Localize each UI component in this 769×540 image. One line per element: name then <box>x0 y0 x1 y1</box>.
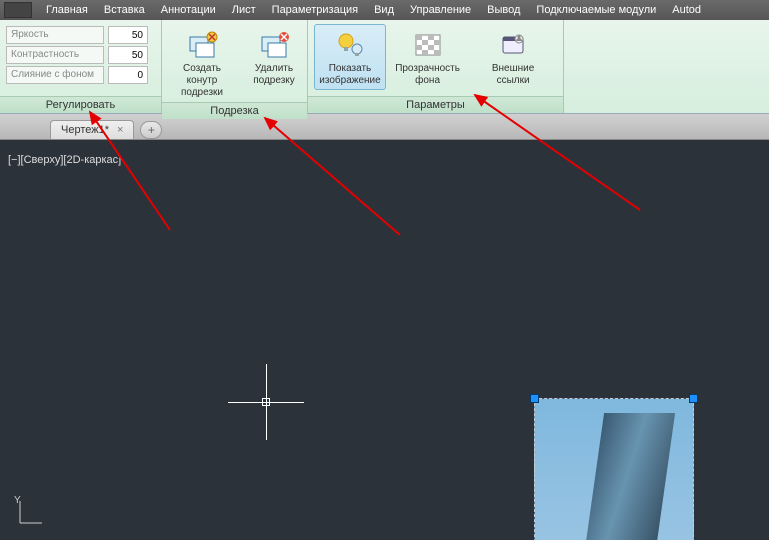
transparency-label1: Прозрачность <box>395 63 460 74</box>
xref-icon <box>497 29 529 61</box>
menu-item[interactable]: Аннотации <box>153 2 224 18</box>
menu-item[interactable]: Главная <box>38 2 96 18</box>
menu-item[interactable]: Управление <box>402 2 479 18</box>
create-clip-icon <box>186 29 218 61</box>
panel-clip: Создать конутрподрезки Удалитьподрезку П… <box>162 20 308 113</box>
lightbulb-icon <box>334 29 366 61</box>
show-image-label2: изображение <box>319 75 380 86</box>
grip-top-left[interactable] <box>530 394 539 403</box>
panel-adjust: Яркость Контрастность Слияние с фоном Ре… <box>0 20 162 113</box>
brightness-input[interactable] <box>108 26 148 44</box>
document-tab[interactable]: Чертеж1* × <box>50 120 134 139</box>
panel-params: Показатьизображение Прозрачностьфона Вне… <box>308 20 564 113</box>
fade-input[interactable] <box>108 66 148 84</box>
transparency-button[interactable]: Прозрачностьфона <box>390 24 465 90</box>
xref-button[interactable]: Внешние ссылки <box>469 24 557 90</box>
view-label[interactable]: [−][Сверху][2D-каркас] <box>8 154 121 166</box>
inserted-image[interactable] <box>530 394 698 540</box>
panel-title-clip: Подрезка <box>162 102 307 119</box>
panel-title-params: Параметры <box>308 96 563 113</box>
brightness-label: Яркость <box>6 26 104 44</box>
contrast-row: Контрастность <box>6 46 155 64</box>
show-image-label1: Показать <box>329 63 372 74</box>
ribbon: Яркость Контрастность Слияние с фоном Ре… <box>0 20 769 114</box>
remove-clip-label2: подрезку <box>253 75 295 86</box>
document-tab-name: Чертеж1* <box>61 124 109 136</box>
menu-item[interactable]: Вставка <box>96 2 153 18</box>
menu-item[interactable]: Вид <box>366 2 402 18</box>
app-icon[interactable] <box>4 2 32 18</box>
remove-clip-button[interactable]: Удалитьподрезку <box>240 24 308 90</box>
brightness-row: Яркость <box>6 26 155 44</box>
contrast-input[interactable] <box>108 46 148 64</box>
menu-item[interactable]: Лист <box>224 2 264 18</box>
menu-item[interactable]: Подключаемые модули <box>528 2 664 18</box>
menubar: Главная Вставка Аннотации Лист Параметри… <box>0 0 769 20</box>
menu-item[interactable]: Параметризация <box>264 2 366 18</box>
document-tabbar: Чертеж1* × + <box>0 114 769 140</box>
xref-label1: Внешние ссылки <box>492 63 534 86</box>
close-tab-icon[interactable]: × <box>117 124 123 136</box>
remove-clip-icon <box>258 29 290 61</box>
menu-item[interactable]: Autod <box>664 2 709 18</box>
panel-title-adjust: Регулировать <box>0 96 161 113</box>
fade-row: Слияние с фоном <box>6 66 155 84</box>
image-frame <box>534 398 694 540</box>
create-clip-button[interactable]: Создать конутрподрезки <box>168 24 236 102</box>
remove-clip-label1: Удалить <box>255 63 293 74</box>
create-clip-label2: подрезки <box>181 87 223 98</box>
menu-item[interactable]: Вывод <box>479 2 528 18</box>
contrast-label: Контрастность <box>6 46 104 64</box>
checker-icon <box>412 29 444 61</box>
transparency-label2: фона <box>415 75 440 86</box>
ucs-icon[interactable]: Y <box>14 499 44 532</box>
ucs-y-label: Y <box>14 495 21 506</box>
grip-top-right[interactable] <box>689 394 698 403</box>
show-image-button[interactable]: Показатьизображение <box>314 24 386 90</box>
fade-label: Слияние с фоном <box>6 66 104 84</box>
drawing-canvas[interactable]: [−][Сверху][2D-каркас] Y <box>0 140 769 540</box>
create-clip-label1: Создать конутр <box>183 63 221 86</box>
new-tab-button[interactable]: + <box>140 121 162 139</box>
